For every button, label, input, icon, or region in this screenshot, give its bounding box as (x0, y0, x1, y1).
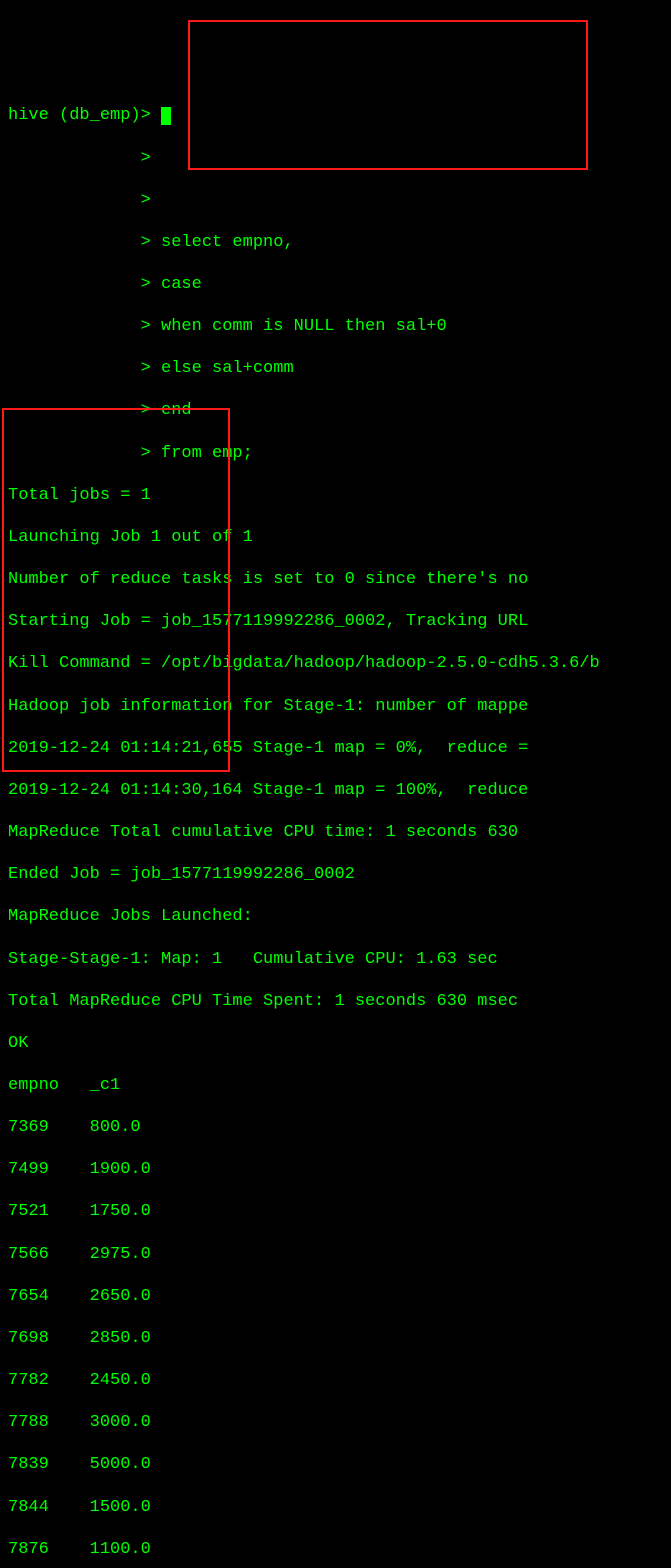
cursor-icon (161, 107, 171, 125)
sql-from: > from emp; (8, 443, 663, 464)
hadoop-info: Hadoop job information for Stage-1: numb… (8, 696, 663, 717)
stage-summary: Stage-Stage-1: Map: 1 Cumulative CPU: 1.… (8, 949, 663, 970)
result-row: 7566 2975.0 (8, 1244, 663, 1265)
result-row: 7654 2650.0 (8, 1286, 663, 1307)
result-row: 7698 2850.0 (8, 1328, 663, 1349)
result-row: 7788 3000.0 (8, 1412, 663, 1433)
sql-select: > select empno, (8, 232, 663, 253)
result-row: 7839 5000.0 (8, 1454, 663, 1475)
total-jobs: Total jobs = 1 (8, 485, 663, 506)
result-row: 7782 2450.0 (8, 1370, 663, 1391)
launching-job: Launching Job 1 out of 1 (8, 527, 663, 548)
result-row: 7521 1750.0 (8, 1201, 663, 1222)
starting-job: Starting Job = job_1577119992286_0002, T… (8, 611, 663, 632)
result-row: 7876 1100.0 (8, 1539, 663, 1560)
sql-else: > else sal+comm (8, 358, 663, 379)
progress-0: 2019-12-24 01:14:21,655 Stage-1 map = 0%… (8, 738, 663, 759)
result-row: 7844 1500.0 (8, 1497, 663, 1518)
result-header: empno _c1 (8, 1075, 663, 1096)
mapreduce-cpu: MapReduce Total cumulative CPU time: 1 s… (8, 822, 663, 843)
total-cpu: Total MapReduce CPU Time Spent: 1 second… (8, 991, 663, 1012)
sql-when: > when comm is NULL then sal+0 (8, 316, 663, 337)
result-row: 7369 800.0 (8, 1117, 663, 1138)
result-row: 7499 1900.0 (8, 1159, 663, 1180)
reduce-tasks: Number of reduce tasks is set to 0 since… (8, 569, 663, 590)
progress-100: 2019-12-24 01:14:30,164 Stage-1 map = 10… (8, 780, 663, 801)
sql-end: > end (8, 400, 663, 421)
sql-case: > case (8, 274, 663, 295)
ended-job: Ended Job = job_1577119992286_0002 (8, 864, 663, 885)
jobs-launched: MapReduce Jobs Launched: (8, 906, 663, 927)
prompt-cont: > (8, 190, 663, 211)
prompt-line: hive (db_emp)> (8, 105, 663, 126)
ok-status: OK (8, 1033, 663, 1054)
terminal-output[interactable]: hive (db_emp)> > > > select empno, > cas… (0, 84, 671, 1568)
kill-command: Kill Command = /opt/bigdata/hadoop/hadoo… (8, 653, 663, 674)
prompt-cont: > (8, 148, 663, 169)
